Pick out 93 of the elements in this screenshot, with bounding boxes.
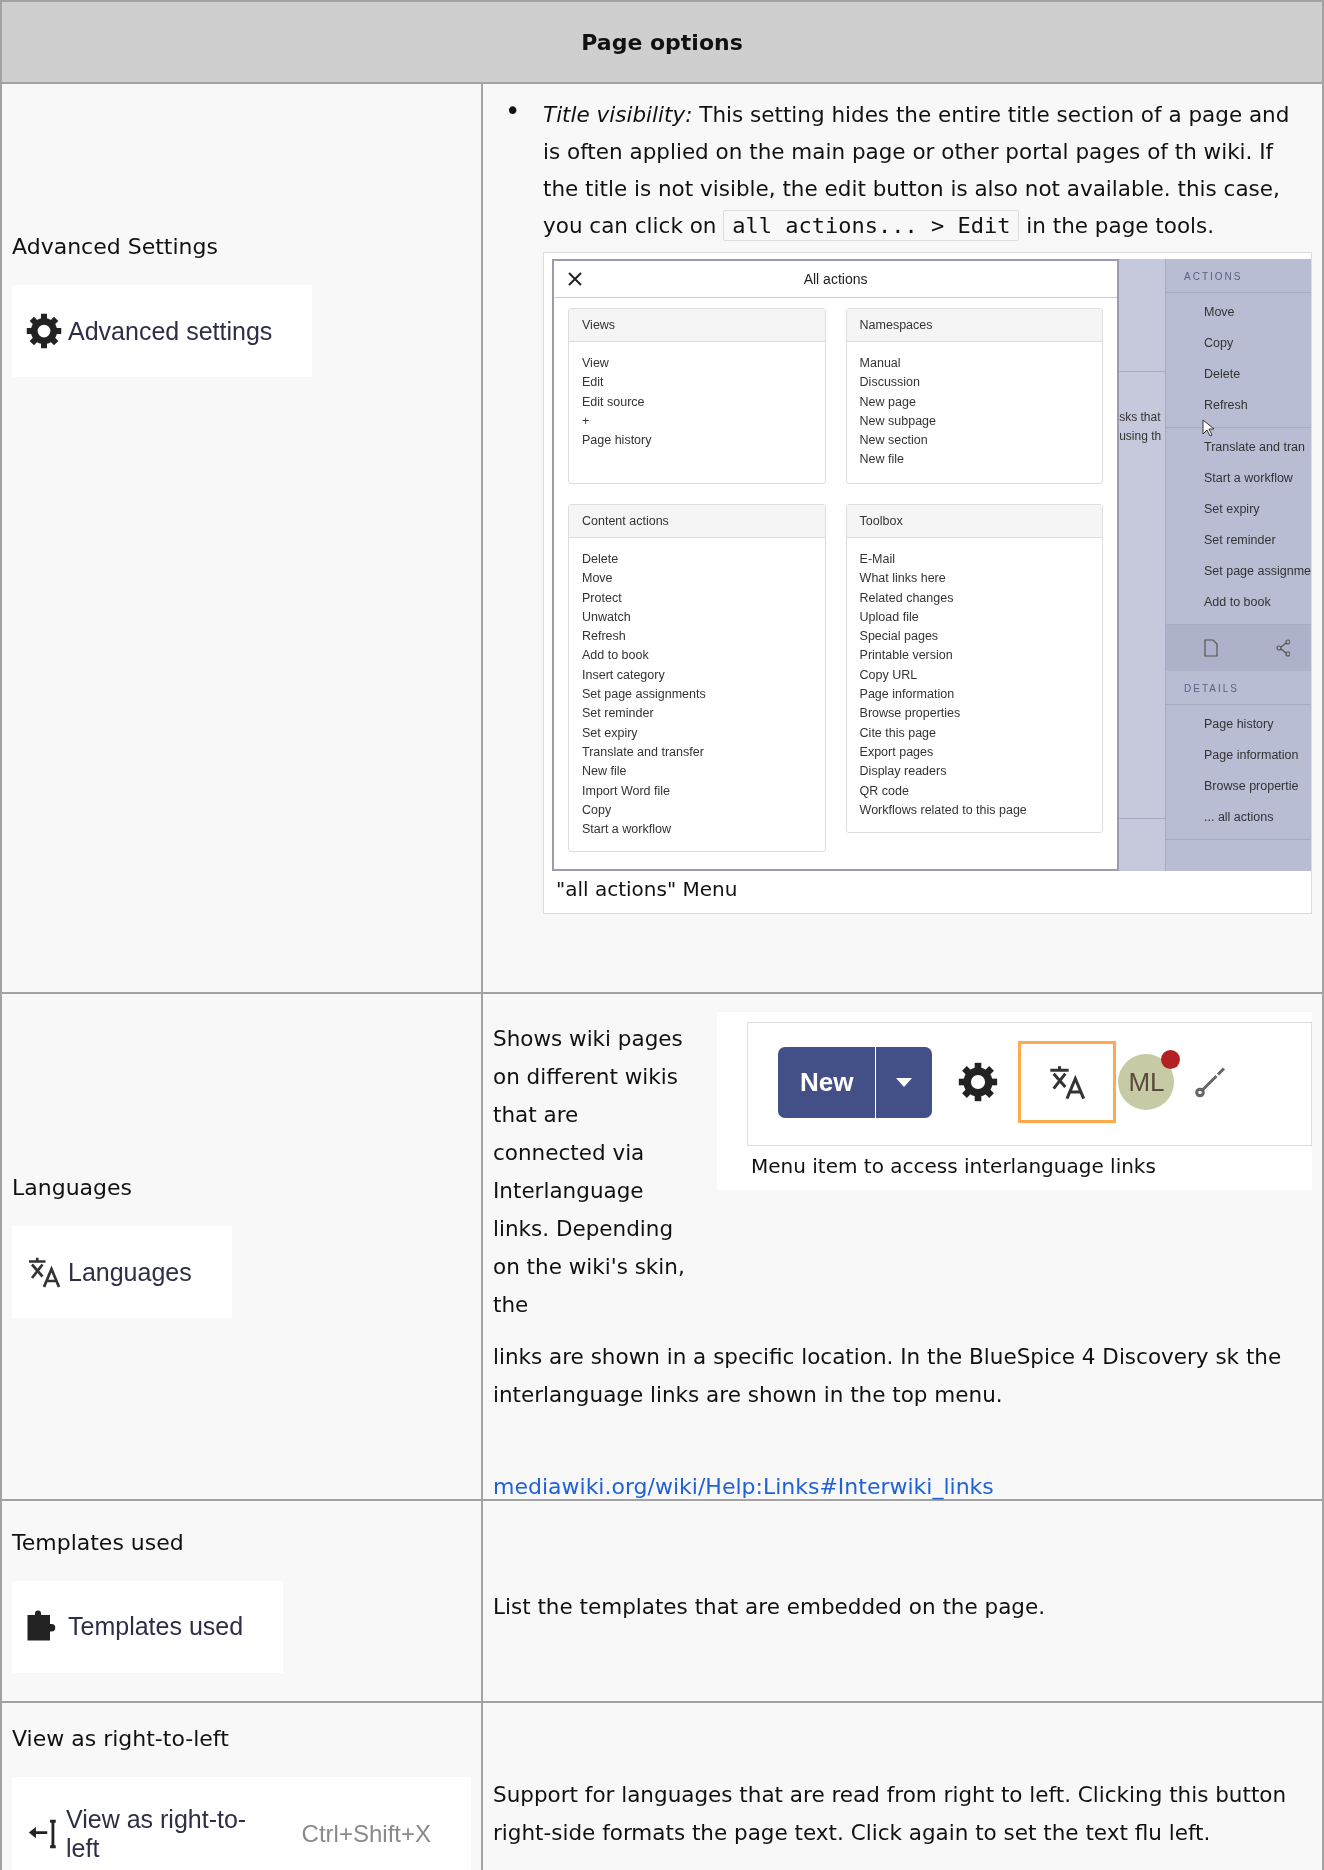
action-link[interactable]: Discussion (859, 373, 1090, 393)
action-link[interactable]: Edit source (582, 392, 812, 412)
bullet-text: Title visibility: This setting hides the entire title section of a page and is often applied on the main page or other portal pages of th wiki. If the title is not visible, the edit button is also not available. this case, you can click on all actions... > Edit in the page tools. (543, 96, 1312, 244)
mouse-cursor-icon (1202, 419, 1214, 437)
action-link[interactable]: Display readers (859, 762, 1090, 782)
dropdown-button[interactable] (876, 1046, 933, 1118)
document-icon[interactable] (1204, 639, 1218, 657)
action-link[interactable]: Export pages (859, 742, 1090, 763)
action-link[interactable]: New section (859, 431, 1090, 451)
bullet-marker: • (505, 96, 522, 128)
panel-title: Content actions (569, 505, 825, 538)
menu-item-label: Templates used (68, 1612, 244, 1641)
close-icon[interactable] (568, 272, 582, 286)
action-link[interactable]: QR code (859, 781, 1090, 801)
sidebar-item[interactable]: Browse propertie (1166, 771, 1311, 802)
action-link[interactable]: Cite this page (859, 723, 1090, 743)
row-label: Advanced Settings (12, 234, 219, 259)
description-text: Support for languages that are read from right to left. Clicking this button right-side formats the page text. Click again to set the text flu left. (493, 1781, 1288, 1847)
action-link[interactable]: Edit (582, 373, 812, 393)
dialog-title: All actions (803, 271, 868, 287)
sidebar-item[interactable]: Set expiry (1166, 494, 1311, 525)
sidebar-item[interactable]: Add to book (1166, 587, 1311, 618)
share-icon[interactable] (1276, 639, 1290, 657)
sidebar-item[interactable]: ... all actions (1166, 802, 1311, 833)
sidebar-item[interactable]: Set reminder (1166, 525, 1311, 556)
sidebar-item[interactable]: Refresh (1166, 390, 1311, 421)
action-link[interactable]: + (582, 411, 812, 432)
action-link[interactable]: Workflows related to this page (859, 800, 1090, 821)
action-link[interactable]: Copy (582, 800, 812, 821)
sidebar-item[interactable]: Start a workflow (1166, 463, 1311, 494)
action-link[interactable]: New file (859, 450, 1090, 470)
action-link[interactable]: Page history (582, 431, 812, 451)
panel-title: Views (569, 309, 825, 342)
sidebar-heading: ACTIONS (1166, 259, 1311, 293)
action-link[interactable]: New subpage (859, 411, 1090, 432)
action-link[interactable]: What links here (859, 569, 1090, 589)
action-link[interactable]: Start a workflow (582, 820, 812, 840)
gear-icon (958, 1062, 999, 1102)
action-link[interactable]: Protect (582, 588, 812, 608)
sidebar-item[interactable]: Page history (1166, 709, 1311, 740)
action-link[interactable]: Special pages (859, 627, 1090, 647)
row-label: View as right-to-left (12, 1725, 230, 1751)
action-link[interactable]: E-Mail (859, 550, 1090, 570)
action-link[interactable]: Set expiry (582, 723, 812, 743)
menu-item-label: Languages (68, 1257, 192, 1287)
action-link[interactable]: Set page assignments (582, 685, 812, 705)
panel-title: Toolbox (846, 505, 1103, 538)
action-link[interactable]: Browse properties (859, 704, 1090, 724)
description-text: Shows wiki pages on different wikis that are connected via Interlanguage links. Depending on the wiki's skin, the (493, 1025, 686, 1319)
background-text: using th (1119, 428, 1162, 445)
figure-caption: "all actions" Menu (555, 876, 739, 903)
action-link[interactable]: Translate and transfer (582, 742, 812, 763)
background-text: sks that (1119, 409, 1162, 426)
action-link[interactable]: Move (582, 569, 812, 589)
sidebar-item[interactable]: Copy (1166, 328, 1311, 359)
avatar[interactable]: ML (1118, 1054, 1175, 1110)
action-link[interactable]: Import Word file (582, 781, 812, 801)
sidebar-item[interactable]: Page information (1166, 740, 1311, 771)
panel-title: Namespaces (846, 309, 1103, 342)
sidebar-item[interactable]: Translate and tran (1166, 432, 1311, 463)
action-link[interactable]: Page information (859, 685, 1090, 705)
action-link[interactable]: New page (859, 392, 1090, 412)
action-link[interactable]: Upload file (859, 607, 1090, 628)
action-link[interactable]: Delete (582, 550, 812, 570)
new-button[interactable]: New (778, 1046, 877, 1118)
action-link[interactable]: Related changes (859, 588, 1090, 608)
description-text: List the templates that are embedded on the page. (493, 1593, 1047, 1621)
sidebar-heading: DETAILS (1166, 671, 1311, 705)
action-link[interactable]: View (582, 354, 812, 374)
row-label: Templates used (12, 1529, 185, 1555)
description-text: links are shown in a specific location. In the BlueSpice 4 Discovery sk the interlanguage links are shown in the top menu. (493, 1343, 1283, 1409)
menu-item-label: Advanced settings (68, 316, 273, 346)
action-link[interactable]: Unwatch (582, 607, 812, 628)
action-link[interactable]: Copy URL (859, 665, 1090, 686)
gear-icon (26, 313, 62, 349)
sidebar-item[interactable]: Delete (1166, 359, 1311, 390)
action-link[interactable]: Refresh (582, 627, 812, 647)
action-link[interactable]: Insert category (582, 665, 812, 686)
notification-dot (1161, 1050, 1181, 1069)
action-link[interactable]: Set reminder (582, 704, 812, 724)
action-link[interactable]: Printable version (859, 646, 1090, 666)
menu-item-label: View as right-to-left (66, 1804, 248, 1863)
action-link[interactable]: New file (582, 762, 812, 782)
caret-icon (896, 1077, 913, 1087)
figure-caption: Menu item to access interlanguage links (750, 1153, 1157, 1178)
shortcut-label: Ctrl+Shift+X (301, 1819, 431, 1848)
sidebar-item[interactable]: Move (1166, 297, 1311, 328)
sidebar-item[interactable]: Set page assignme (1166, 556, 1311, 587)
action-link[interactable]: Manual (859, 354, 1090, 374)
action-link[interactable]: Add to book (582, 646, 812, 666)
table-header: Page options (1, 1, 1323, 83)
help-link[interactable]: mediawiki.org/wiki/Help:Links#Interwiki_links (493, 1474, 994, 1499)
row-label: Languages (12, 1175, 134, 1200)
